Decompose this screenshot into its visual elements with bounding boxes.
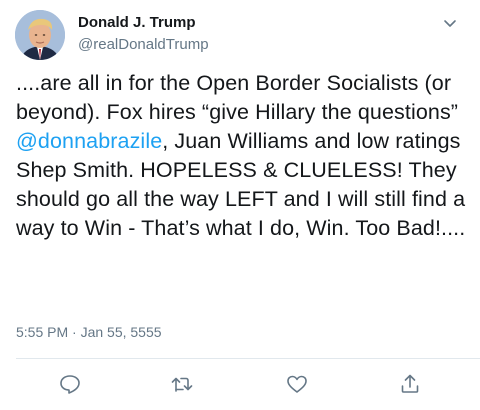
tweet-header: Donald J. Trump @realDonaldTrump — [15, 8, 465, 64]
chevron-down-icon[interactable] — [441, 14, 459, 32]
user-names: Donald J. Trump @realDonaldTrump — [78, 14, 209, 55]
reply-icon[interactable] — [58, 372, 82, 396]
avatar[interactable] — [15, 10, 65, 60]
action-bar — [0, 372, 480, 400]
mention-link[interactable]: @donnabrazile — [16, 129, 162, 153]
heart-icon[interactable] — [285, 372, 309, 396]
divider — [16, 358, 480, 359]
tweet-timestamp[interactable]: 5:55 PM · Jan 55, 5555 — [16, 324, 162, 340]
display-name[interactable]: Donald J. Trump — [78, 14, 209, 32]
user-handle[interactable]: @realDonaldTrump — [78, 35, 209, 55]
tweet-text: ....are all in for the Open Border Socia… — [16, 69, 471, 243]
tweet-text-part: ....are all in for the Open Border Socia… — [16, 71, 465, 124]
tweet-card: Donald J. Trump @realDonaldTrump ....are… — [0, 0, 480, 410]
share-icon[interactable] — [398, 372, 422, 396]
retweet-icon[interactable] — [170, 372, 194, 396]
